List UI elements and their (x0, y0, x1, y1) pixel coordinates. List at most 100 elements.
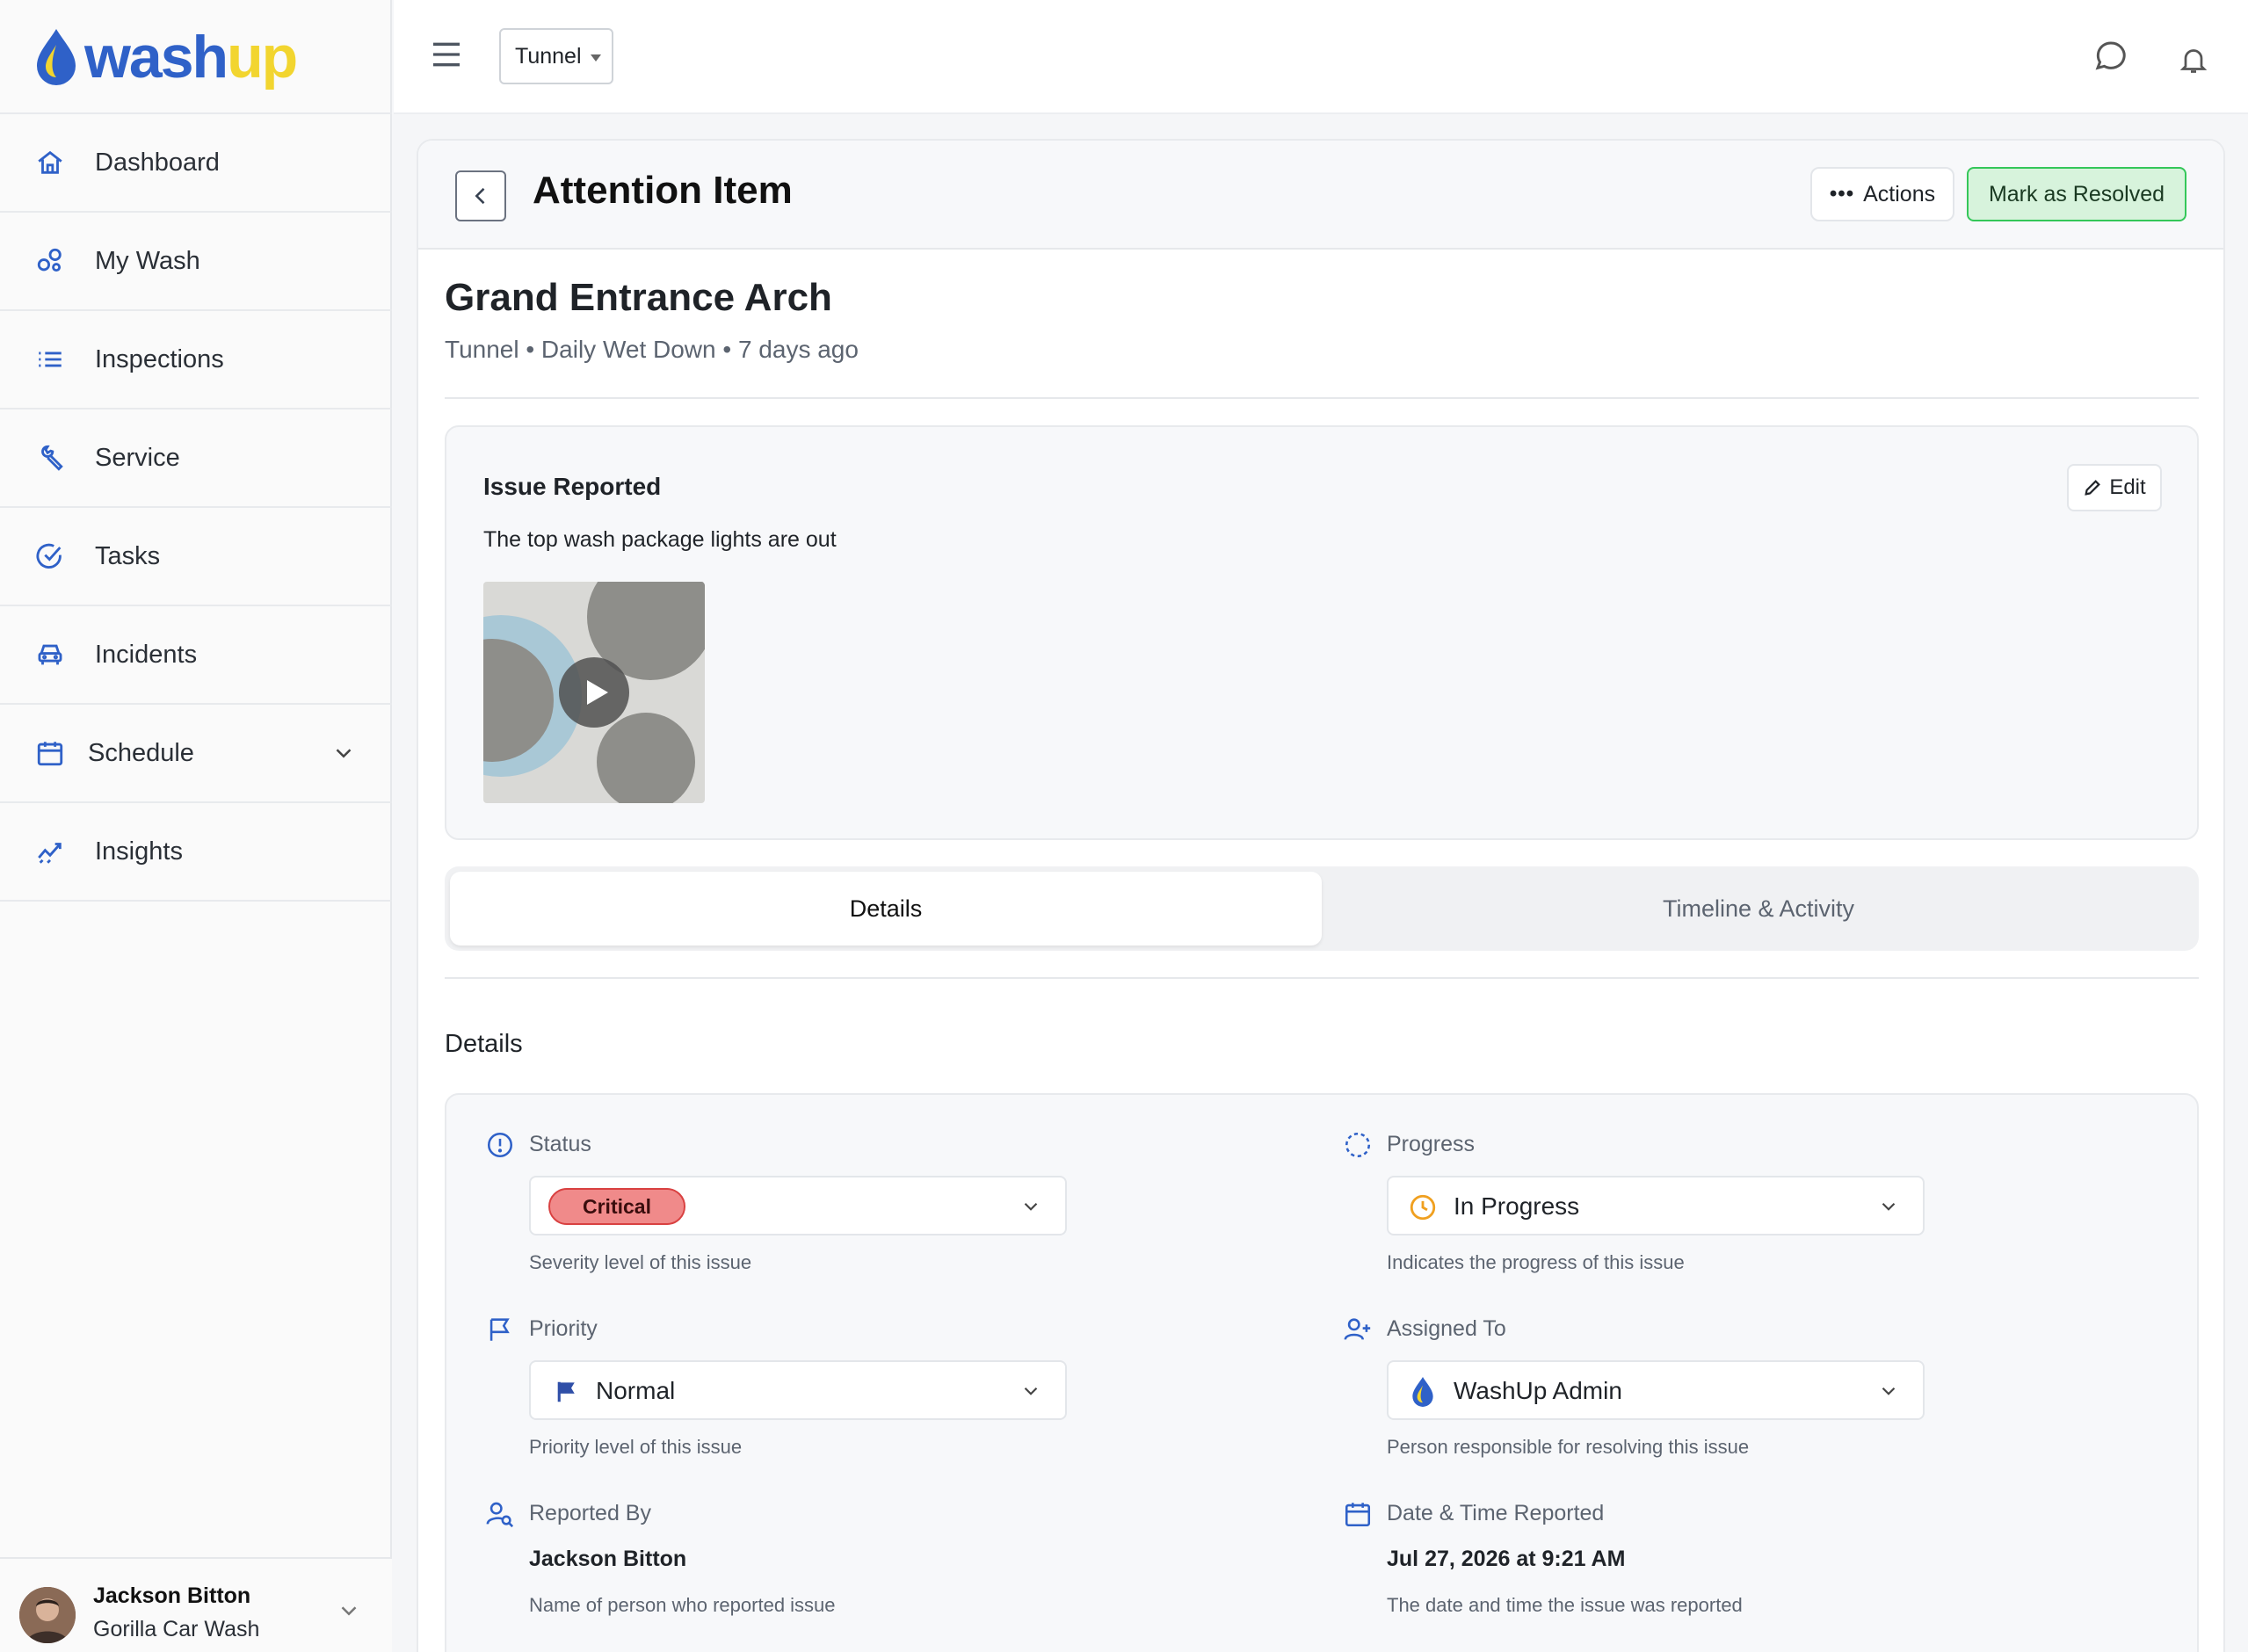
top-bar: Tunnel (394, 0, 2248, 114)
sidebar-item-inspections[interactable]: Inspections (0, 311, 392, 409)
sidebar-item-dashboard[interactable]: Dashboard (0, 114, 392, 213)
assigned-label: Assigned To (1387, 1316, 1506, 1341)
sidebar-item-label: Insights (95, 837, 183, 866)
list-icon (39, 351, 62, 367)
chevron-down-icon[interactable] (330, 740, 357, 766)
trend-icon (38, 843, 62, 864)
divider (445, 397, 2199, 399)
bell-icon[interactable] (2178, 42, 2209, 77)
reported-by-helper-text: Name of person who reported issue (529, 1594, 836, 1616)
wrench-icon (41, 445, 63, 471)
my-wash-icon (37, 248, 62, 272)
sidebar-item-service[interactable]: Service (0, 409, 392, 508)
divider (445, 977, 2199, 979)
water-drop-logo-icon (37, 29, 76, 85)
tab-timeline-activity[interactable]: Timeline & Activity (1323, 872, 2194, 946)
sidebar-item-schedule[interactable]: Schedule (0, 705, 392, 803)
details-section-title: Details (445, 1030, 523, 1058)
tab-details[interactable]: Details (450, 872, 1322, 946)
issue-description: The top wash package lights are out (483, 527, 837, 552)
logo-wordmark-wash: wash (84, 24, 228, 91)
reported-at-helper-text: The date and time the issue was reported (1387, 1594, 1743, 1616)
tab-bar: Details Timeline & Activity (445, 866, 2199, 951)
page-title: Attention Item (533, 169, 793, 212)
avatar (19, 1587, 76, 1643)
sidebar-item-label: Schedule (88, 738, 194, 767)
priority-value: Normal (596, 1377, 676, 1404)
user-name: Jackson Bitton (93, 1583, 251, 1608)
sidebar-item-label: Dashboard (95, 148, 220, 177)
actions-button[interactable]: ••• Actions (1810, 167, 1954, 221)
calendar-icon (1345, 1502, 1371, 1526)
sidebar-item-my-wash[interactable]: My Wash (0, 213, 392, 311)
sidebar-item-label: Tasks (95, 541, 161, 570)
user-organization: Gorilla Car Wash (93, 1617, 260, 1641)
edit-label: Edit (2109, 475, 2146, 499)
chevron-down-icon (1882, 1387, 1896, 1395)
reported-at-field-label: Date & Time Reported (1345, 1501, 1605, 1526)
user-search-icon (486, 1502, 514, 1527)
user-profile-menu[interactable]: Jackson Bitton Gorilla Car Wash (0, 1557, 392, 1652)
mark-as-resolved-button[interactable]: Mark as Resolved (1967, 167, 2186, 221)
sidebar: washup Dashboard My Wash Inspections Ser… (0, 0, 392, 1652)
status-label: Status (529, 1132, 591, 1156)
user-plus-icon (1344, 1317, 1371, 1340)
location-select[interactable]: Tunnel (499, 28, 613, 84)
status-select[interactable]: Critical (529, 1176, 1067, 1235)
progress-field-label: Progress (1345, 1132, 1476, 1157)
chevron-down-icon[interactable] (336, 1598, 362, 1624)
alert-circle-icon (487, 1132, 513, 1157)
flag-icon (557, 1381, 575, 1402)
priority-label: Priority (529, 1316, 598, 1341)
clock-icon (1410, 1194, 1436, 1221)
progress-helper-text: Indicates the progress of this issue (1387, 1251, 1685, 1273)
reported-by-field-label: Reported By (486, 1501, 651, 1527)
status-helper-text: Severity level of this issue (529, 1251, 752, 1273)
sidebar-item-label: Service (95, 443, 180, 472)
washup-logo[interactable]: washup (32, 24, 298, 91)
pencil-icon (2085, 480, 2101, 496)
details-card: Status Critical Severity level of this i… (445, 1093, 2199, 1652)
chat-bubble-icon[interactable] (2093, 39, 2128, 74)
chevron-down-icon (1024, 1387, 1038, 1395)
edit-button[interactable]: Edit (2067, 464, 2162, 511)
location-select-value: Tunnel (515, 43, 582, 69)
more-horizontal-icon: ••• (1829, 182, 1855, 206)
assigned-value: WashUp Admin (1454, 1377, 1622, 1404)
reported-by-value: Jackson Bitton (529, 1547, 687, 1571)
hamburger-menu-icon[interactable] (429, 37, 464, 72)
logo-wordmark-up: up (227, 24, 298, 91)
dashed-circle-icon (1345, 1132, 1371, 1157)
progress-label: Progress (1387, 1132, 1476, 1156)
priority-helper-text: Priority level of this issue (529, 1436, 743, 1458)
status-field-label: Status (487, 1132, 591, 1157)
sidebar-item-label: Incidents (95, 640, 198, 669)
reported-at-value: Jul 27, 2026 at 9:21 AM (1387, 1547, 1626, 1571)
sidebar-item-incidents[interactable]: Incidents (0, 606, 392, 705)
back-button[interactable] (455, 170, 506, 221)
actions-label: Actions (1863, 181, 1936, 206)
priority-select[interactable]: Normal (529, 1360, 1067, 1420)
sidebar-item-label: My Wash (95, 246, 200, 275)
sidebar-item-insights[interactable]: Insights (0, 803, 392, 902)
issue-reported-card: Issue Reported Edit The top wash package… (445, 425, 2199, 840)
assigned-field-label: Assigned To (1344, 1316, 1506, 1342)
calendar-icon (37, 742, 63, 766)
reported-by-label: Reported By (529, 1501, 651, 1525)
chevron-down-icon (1882, 1202, 1896, 1211)
home-icon (38, 150, 62, 174)
sidebar-item-label: Inspections (95, 344, 224, 373)
car-icon (38, 644, 62, 665)
play-icon[interactable] (559, 657, 629, 728)
assigned-to-select[interactable]: WashUp Admin (1387, 1360, 1925, 1420)
chevron-down-icon (1024, 1202, 1038, 1211)
reported-at-label: Date & Time Reported (1387, 1501, 1605, 1525)
chevron-left-icon (475, 187, 485, 205)
issue-video-thumbnail[interactable] (483, 582, 705, 803)
washup-drop-icon (1412, 1377, 1433, 1407)
progress-select[interactable]: In Progress (1387, 1176, 1925, 1235)
check-circle-icon (36, 543, 62, 569)
item-meta: Tunnel • Daily Wet Down • 7 days ago (445, 336, 859, 363)
sidebar-item-tasks[interactable]: Tasks (0, 508, 392, 606)
item-title: Grand Entrance Arch (445, 276, 832, 319)
